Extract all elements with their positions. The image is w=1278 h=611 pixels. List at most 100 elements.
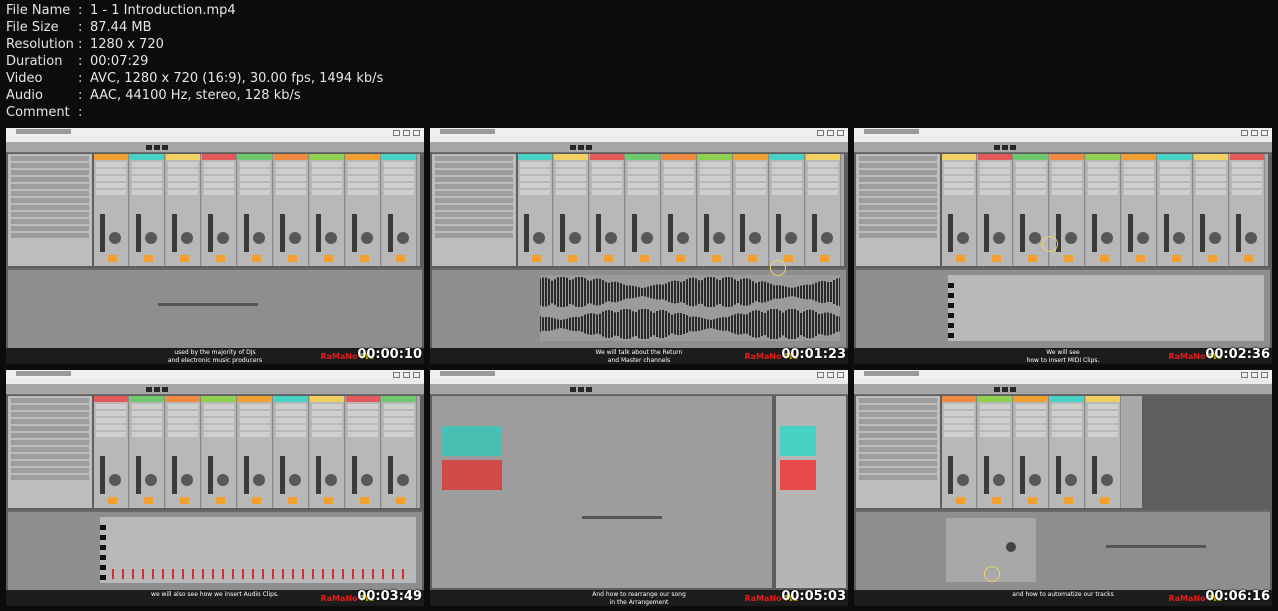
video-thumbnail[interactable]: We will talk about the Return and Master …: [430, 128, 848, 364]
pan-knob-icon[interactable]: [957, 232, 969, 244]
mixer-track[interactable]: [942, 154, 977, 266]
pan-knob-icon[interactable]: [1065, 474, 1077, 486]
pan-knob-icon[interactable]: [325, 474, 337, 486]
mixer-track[interactable]: [554, 154, 589, 266]
video-thumbnail[interactable]: And how to rearrange our song in the Arra…: [430, 370, 848, 606]
pan-knob-icon[interactable]: [605, 232, 617, 244]
pan-knob-icon[interactable]: [181, 232, 193, 244]
pan-knob-icon[interactable]: [361, 232, 373, 244]
mixer-track[interactable]: [590, 154, 625, 266]
video-thumbnail[interactable]: and how to automatize our tracks RaMaNo M…: [854, 370, 1272, 606]
file-browser: [8, 154, 92, 266]
mixer-track[interactable]: [1194, 154, 1229, 266]
mixer-track[interactable]: [942, 396, 977, 508]
mixer-track[interactable]: [94, 154, 129, 266]
pan-knob-icon[interactable]: [993, 232, 1005, 244]
mixer-track[interactable]: [166, 154, 201, 266]
mixer-track[interactable]: [238, 154, 273, 266]
mixer-track[interactable]: [698, 154, 733, 266]
mixer-track[interactable]: [1158, 154, 1193, 266]
pan-knob-icon[interactable]: [1101, 232, 1113, 244]
session-mixer: [942, 154, 1268, 266]
pan-knob-icon[interactable]: [993, 474, 1005, 486]
mixer-track[interactable]: [382, 396, 417, 508]
mixer-track[interactable]: [806, 154, 841, 266]
pan-knob-icon[interactable]: [253, 232, 265, 244]
video-thumbnail[interactable]: we will also see how we insert Audio Cli…: [6, 370, 424, 606]
mixer-track[interactable]: [202, 396, 237, 508]
brand-red-text: RaMaNo: [320, 594, 358, 603]
mixer-track[interactable]: [978, 396, 1013, 508]
mixer-track[interactable]: [978, 154, 1013, 266]
window-titlebar: [854, 370, 1272, 378]
pan-knob-icon[interactable]: [533, 232, 545, 244]
pan-knob-icon[interactable]: [1029, 474, 1041, 486]
pan-knob-icon[interactable]: [361, 474, 373, 486]
mixer-track[interactable]: [166, 396, 201, 508]
mixer-track[interactable]: [1050, 396, 1085, 508]
mixer-track[interactable]: [1014, 396, 1049, 508]
arrangement-view: [432, 396, 772, 588]
pan-knob-icon[interactable]: [145, 232, 157, 244]
mixer-track[interactable]: [662, 154, 697, 266]
pan-knob-icon[interactable]: [641, 232, 653, 244]
mixer-track[interactable]: [1230, 154, 1265, 266]
mixer-track[interactable]: [770, 154, 805, 266]
pan-knob-icon[interactable]: [1209, 232, 1221, 244]
mixer-track[interactable]: [94, 396, 129, 508]
mixer-track[interactable]: [274, 154, 309, 266]
pan-knob-icon[interactable]: [217, 474, 229, 486]
pan-knob-icon[interactable]: [289, 232, 301, 244]
pan-knob-icon[interactable]: [253, 474, 265, 486]
pan-knob-icon[interactable]: [109, 474, 121, 486]
pan-knob-icon[interactable]: [677, 232, 689, 244]
pan-knob-icon[interactable]: [1245, 232, 1257, 244]
pan-knob-icon[interactable]: [1173, 232, 1185, 244]
mixer-track[interactable]: [310, 154, 345, 266]
pan-knob-icon[interactable]: [289, 474, 301, 486]
pan-knob-icon[interactable]: [397, 474, 409, 486]
mixer-track[interactable]: [202, 154, 237, 266]
pan-knob-icon[interactable]: [325, 232, 337, 244]
info-row-file-size: File Size:87.44 MB: [6, 20, 152, 35]
video-thumbnail[interactable]: We will see how to insert MIDI Clips. RaMa…: [854, 128, 1272, 364]
mixer-track[interactable]: [382, 154, 417, 266]
pan-knob-icon[interactable]: [181, 474, 193, 486]
brand-red-text: RaMaNo: [744, 352, 782, 361]
mixer-track[interactable]: [1086, 154, 1121, 266]
track-headers: [776, 396, 846, 588]
mixer-track[interactable]: [1122, 154, 1157, 266]
mixer-track[interactable]: [274, 396, 309, 508]
window-titlebar: [430, 128, 848, 136]
pan-knob-icon[interactable]: [217, 232, 229, 244]
pan-knob-icon[interactable]: [785, 232, 797, 244]
timestamp: 00:01:23: [781, 347, 846, 362]
pan-knob-icon[interactable]: [821, 232, 833, 244]
file-browser: [856, 396, 940, 508]
pan-knob-icon[interactable]: [1065, 232, 1077, 244]
pan-knob-icon[interactable]: [109, 232, 121, 244]
mixer-track[interactable]: [346, 154, 381, 266]
mixer-track[interactable]: [130, 154, 165, 266]
pan-knob-icon[interactable]: [749, 232, 761, 244]
transport-bar: [854, 142, 1272, 153]
pan-knob-icon[interactable]: [713, 232, 725, 244]
mixer-track[interactable]: [310, 396, 345, 508]
video-thumbnail[interactable]: used by the majority of DJs and electroni…: [6, 128, 424, 364]
mixer-track[interactable]: [734, 154, 769, 266]
mixer-track[interactable]: [626, 154, 661, 266]
mixer-track[interactable]: [238, 396, 273, 508]
pan-knob-icon[interactable]: [569, 232, 581, 244]
mixer-track[interactable]: [346, 396, 381, 508]
pan-knob-icon[interactable]: [1137, 232, 1149, 244]
mixer-track[interactable]: [518, 154, 553, 266]
pan-knob-icon[interactable]: [957, 474, 969, 486]
pan-knob-icon[interactable]: [397, 232, 409, 244]
pan-knob-icon[interactable]: [1101, 474, 1113, 486]
pan-knob-icon[interactable]: [145, 474, 157, 486]
pan-knob-icon[interactable]: [1029, 232, 1041, 244]
mixer-track[interactable]: [130, 396, 165, 508]
mixer-track[interactable]: [1086, 396, 1121, 508]
daw-screenshot: [430, 370, 848, 590]
info-row-duration: Duration:00:07:29: [6, 54, 149, 69]
